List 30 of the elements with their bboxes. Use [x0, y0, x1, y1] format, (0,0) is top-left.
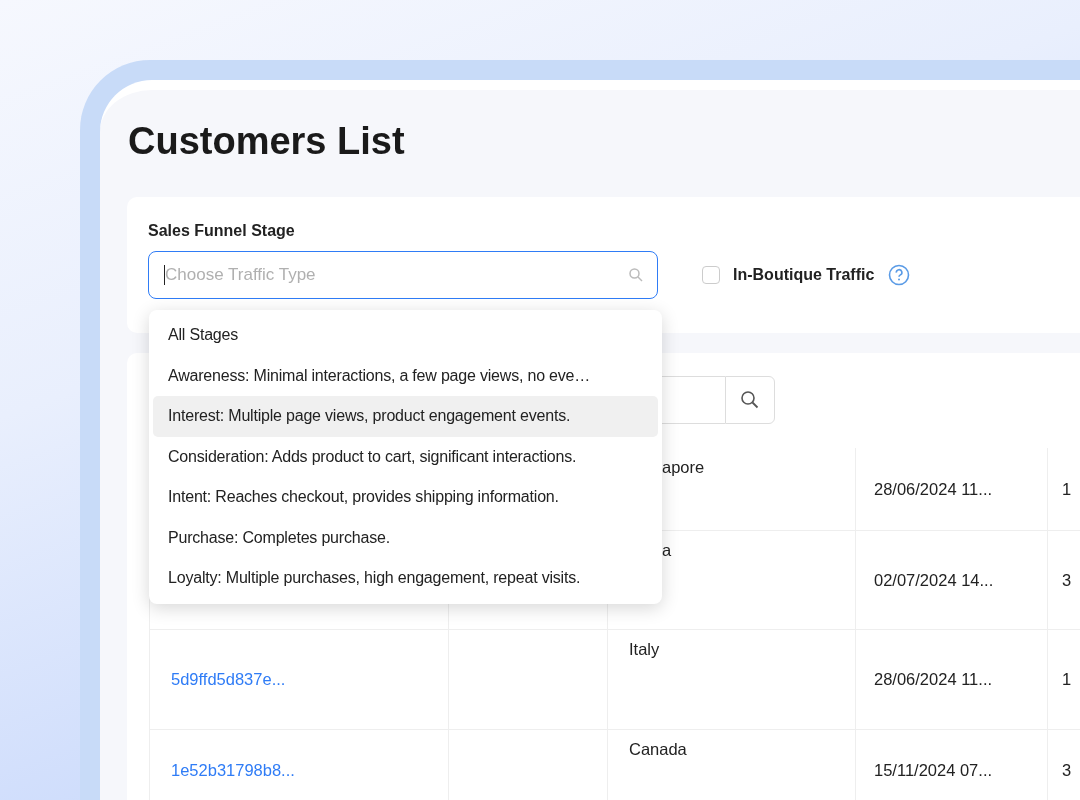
dropdown-option[interactable]: All Stages [153, 315, 658, 356]
customer-id-link[interactable]: 1e52b31798b8... [171, 760, 295, 780]
table-cell: 1 [1062, 670, 1072, 689]
customer-id-link[interactable]: 5d9ffd5d837e... [171, 670, 286, 689]
checkbox-label: In-Boutique Traffic [733, 266, 875, 284]
help-icon[interactable] [888, 264, 911, 286]
table-cell: Italy [629, 640, 660, 659]
checkbox[interactable] [702, 266, 720, 284]
table-cell: 1 [1062, 479, 1072, 499]
table-cell: 3 [1062, 760, 1072, 780]
field-label: Sales Funnel Stage [148, 222, 295, 240]
dropdown-option[interactable]: Loyalty: Multiple purchases, high engagement, repeat visits. [153, 558, 658, 599]
table-cell: 28/06/2024 11... [874, 479, 993, 499]
dropdown-option[interactable]: Consideration: Adds product to cart, significant interactions. [153, 436, 658, 477]
traffic-type-field[interactable]: Choose Traffic Type [148, 251, 658, 299]
table-cell: 15/11/2024 07... [874, 760, 993, 780]
table-cell: 02/07/2024 14... [874, 570, 994, 590]
table-cell: 3 [1062, 570, 1072, 590]
dropdown-option[interactable]: Intent: Reaches checkout, provides shipping information. [153, 477, 658, 518]
table-cell: apore [662, 458, 705, 477]
search-button[interactable] [725, 376, 775, 424]
page-title: Customers List [128, 120, 405, 163]
search-icon [628, 267, 644, 283]
dropdown-option[interactable]: Awareness: Minimal interactions, a few page views, no eve… [153, 355, 658, 396]
search-icon [740, 390, 760, 410]
dropdown-option[interactable]: Interest: Multiple page views, product engagement events. [153, 396, 658, 437]
dropdown-option[interactable]: Purchase: Completes purchase. [153, 517, 658, 558]
table-cell: a [662, 541, 672, 560]
table-cell: 28/06/2024 11... [874, 670, 993, 689]
table-cell: Canada [629, 740, 687, 759]
